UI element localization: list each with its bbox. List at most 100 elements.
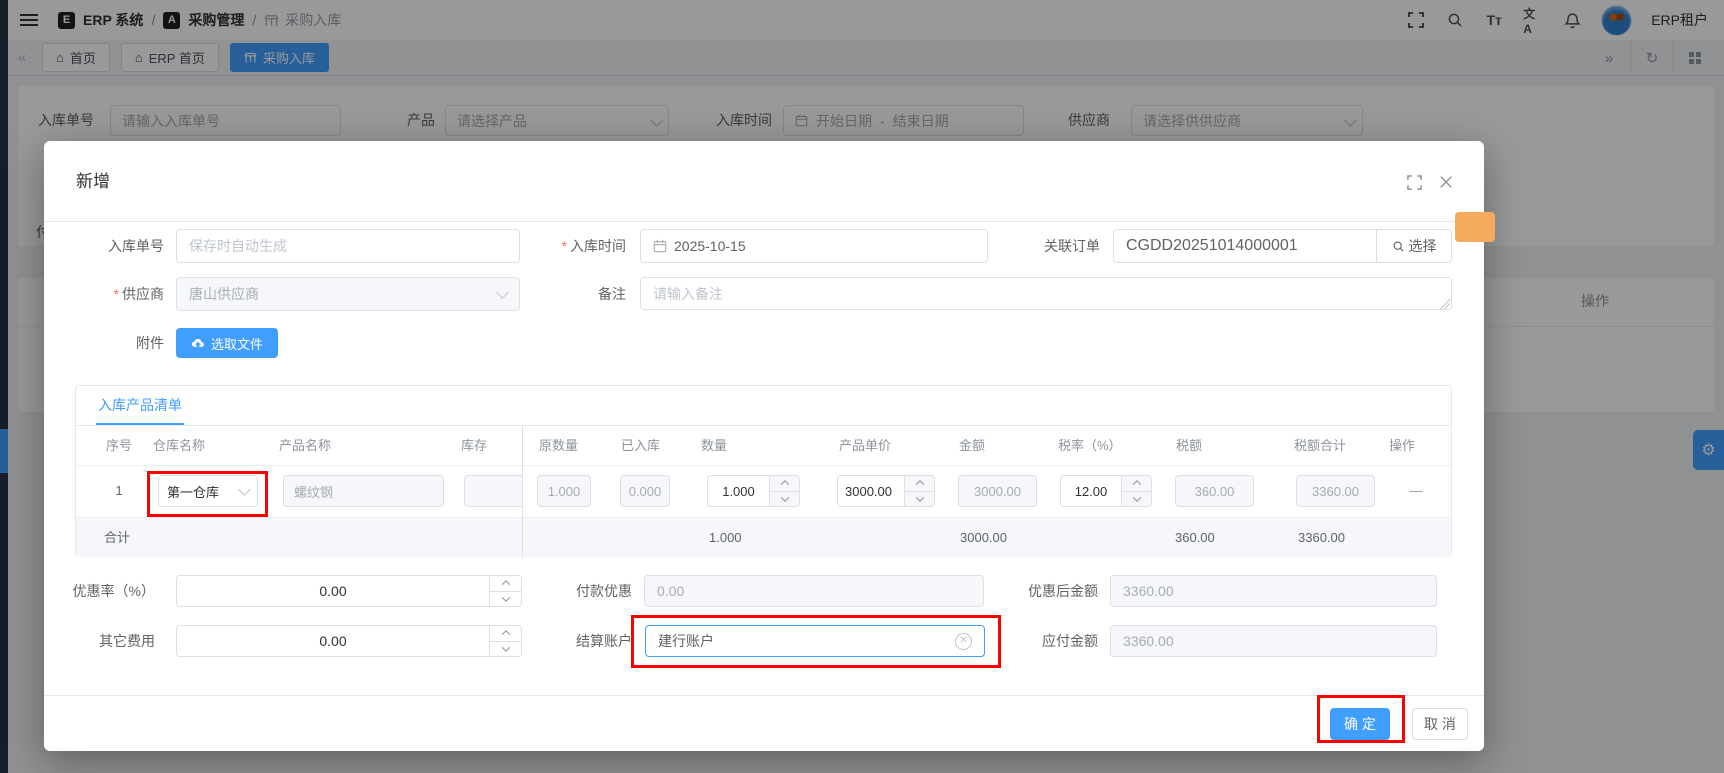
stock-input — [464, 475, 522, 507]
settlement-account-label: 结算账户 — [576, 633, 632, 649]
discount-rate-spinner — [489, 576, 521, 606]
qty-number-input[interactable]: 1.000 — [707, 475, 800, 507]
col-tax-rate: 税率（%） — [1058, 438, 1122, 453]
dialog-title: 新增 — [76, 172, 110, 191]
after-discount-input: 3360.00 — [1110, 575, 1437, 607]
settlement-account-input[interactable]: ✕ — [645, 625, 985, 657]
row-operation-dash: — — [1409, 483, 1423, 498]
payable-amount-label: 应付金额 — [1042, 633, 1098, 649]
tax-total-input: 3360.00 — [1296, 475, 1375, 507]
original-qty-input: 1.000 — [537, 475, 591, 507]
related-order-group: 选择 — [1113, 229, 1452, 263]
col-original-qty: 原数量 — [539, 438, 579, 453]
increase-button[interactable] — [770, 476, 799, 491]
orange-button-fragment[interactable] — [1455, 212, 1495, 242]
supplier-label: * 供应商 — [113, 286, 164, 302]
textarea-resize-handle[interactable] — [1440, 299, 1450, 309]
remark-label: 备注 — [598, 286, 626, 302]
after-discount-label: 优惠后金额 — [1028, 583, 1098, 599]
row-index: 1 — [115, 483, 123, 498]
other-fee-number-input[interactable]: 0.00 — [176, 625, 522, 657]
order-select-button[interactable]: 选择 — [1376, 230, 1451, 262]
tab-inbound-product-list[interactable]: 入库产品清单 — [96, 386, 184, 425]
tax-amount-input: 360.00 — [1175, 475, 1254, 507]
discount-rate-label: 优惠率（%） — [72, 583, 155, 599]
payment-discount-label: 付款优惠 — [576, 583, 632, 599]
decrease-button[interactable] — [490, 590, 521, 607]
cancel-button[interactable]: 取 消 — [1412, 708, 1468, 740]
col-index: 序号 — [105, 438, 132, 453]
tax-rate-spinner — [1121, 476, 1151, 506]
bill-no-input[interactable] — [176, 229, 520, 263]
decrease-button[interactable] — [1122, 490, 1151, 507]
col-amount: 金额 — [959, 438, 986, 453]
table-header-border — [76, 465, 1451, 466]
unit-price-value[interactable]: 3000.00 — [838, 476, 904, 506]
inbound-time-label: * 入库时间 — [561, 238, 626, 254]
dialog-footer: 确 定 取 消 — [44, 695, 1484, 751]
add-inbound-dialog: 新增 入库单号 *入库时间 2025-10-15 关联订单 选择 — [44, 141, 1484, 751]
payment-discount-input: 0.00 — [644, 575, 984, 607]
totals-label: 合计 — [104, 530, 131, 545]
discount-rate-value[interactable]: 0.00 — [177, 576, 489, 606]
col-qty: 数量 — [701, 438, 728, 453]
col-operation: 操作 — [1389, 438, 1416, 453]
tax-rate-value[interactable]: 12.00 — [1061, 476, 1121, 506]
increase-button[interactable] — [490, 626, 521, 641]
upload-cloud-icon — [192, 338, 204, 347]
erp-app: E ERP 系统 / A 采购管理 / 采购入库 Tт 文A ERP租户 « ⌂… — [0, 0, 1724, 773]
calendar-icon — [653, 239, 667, 253]
increase-button[interactable] — [1122, 476, 1151, 491]
decrease-button[interactable] — [905, 490, 934, 507]
col-product: 产品名称 — [279, 438, 332, 453]
col-stock: 库存 — [461, 438, 488, 453]
chevron-down-icon — [238, 482, 251, 496]
warehouse-value: 第一仓库 — [167, 484, 220, 500]
bill-no-input-field[interactable] — [189, 238, 507, 254]
dialog-close-icon[interactable] — [1438, 174, 1454, 190]
related-order-label: 关联订单 — [1044, 238, 1100, 254]
col-received: 已入库 — [621, 438, 661, 453]
increase-button[interactable] — [490, 576, 521, 591]
received-qty-input: 0.000 — [620, 475, 670, 507]
col-warehouse: 仓库名称 — [153, 438, 206, 453]
upload-file-button[interactable]: 选取文件 — [176, 328, 279, 358]
col-unit-price: 产品单价 — [839, 438, 892, 453]
other-fee-label: 其它费用 — [99, 633, 155, 649]
qty-value[interactable]: 1.000 — [708, 476, 769, 506]
related-order-input[interactable] — [1114, 230, 1376, 262]
product-name-input: 螺纹钢 — [283, 475, 444, 507]
dialog-header: 新增 — [44, 141, 1484, 222]
bill-no-label: 入库单号 — [108, 238, 164, 254]
inbound-time-datepicker[interactable]: 2025-10-15 — [640, 229, 988, 263]
discount-rate-number-input[interactable]: 0.00 — [176, 575, 522, 607]
related-order-input-field[interactable] — [1126, 237, 1364, 255]
col-tax-total: 税额合计 — [1294, 438, 1347, 453]
warehouse-select[interactable]: 第一仓库 — [158, 475, 258, 507]
required-mark: * — [561, 238, 567, 254]
other-fee-value[interactable]: 0.00 — [177, 626, 489, 656]
decrease-button[interactable] — [490, 640, 521, 657]
totals-amount: 3000.00 — [960, 530, 1007, 545]
remark-textarea[interactable] — [640, 277, 1452, 310]
unit-price-spinner — [904, 476, 934, 506]
qty-spinner — [769, 476, 799, 506]
settlement-account-field[interactable] — [658, 633, 948, 649]
totals-qty: 1.000 — [709, 530, 742, 545]
confirm-button[interactable]: 确 定 — [1330, 708, 1390, 740]
unit-price-number-input[interactable]: 3000.00 — [837, 475, 935, 507]
supplier-value: 唐山供应商 — [189, 286, 259, 302]
product-list-tabs: 入库产品清单 — [76, 386, 1451, 426]
supplier-select: 唐山供应商 — [176, 277, 520, 311]
amount-input: 3000.00 — [958, 475, 1037, 507]
tax-rate-number-input[interactable]: 12.00 — [1060, 475, 1152, 507]
inbound-product-list-card: 入库产品清单 序号 仓库名称 产品名称 库存 原数量 已入库 数量 产品单价 金… — [75, 385, 1452, 558]
increase-button[interactable] — [905, 476, 934, 491]
dialog-fullscreen-icon[interactable] — [1406, 174, 1422, 190]
fixed-column-divider — [522, 426, 523, 558]
inbound-time-value: 2025-10-15 — [674, 238, 746, 254]
totals-tax: 360.00 — [1175, 530, 1215, 545]
totals-tax-total: 3360.00 — [1298, 530, 1345, 545]
decrease-button[interactable] — [770, 490, 799, 507]
attachment-label: 附件 — [136, 335, 164, 351]
